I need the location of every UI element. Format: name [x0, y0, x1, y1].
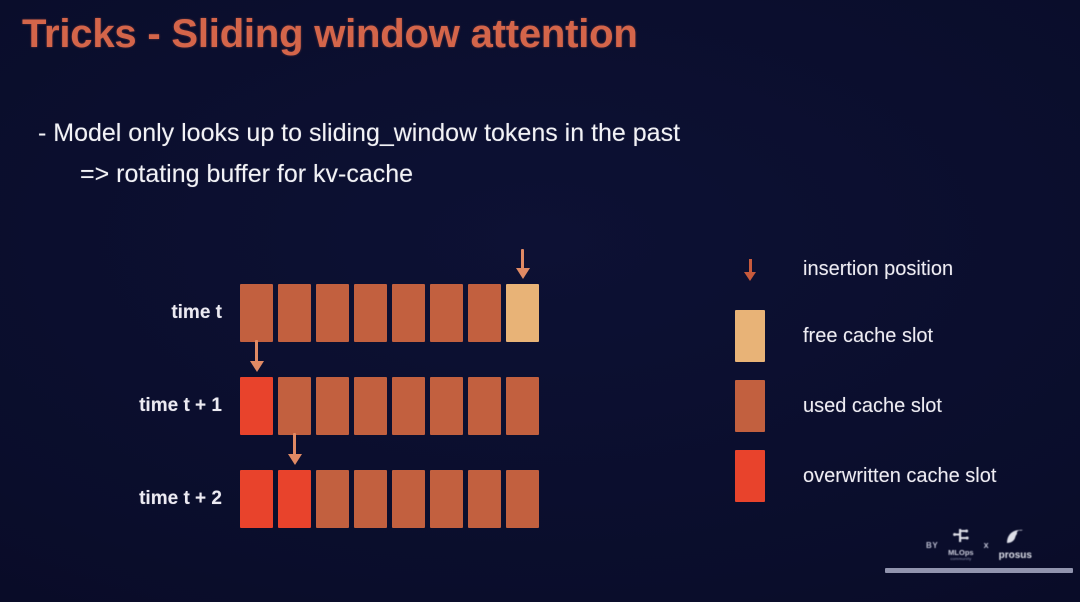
legend-key-swatch-free — [733, 310, 767, 362]
cache-slot-used — [506, 470, 539, 528]
insertion-position-arrow — [515, 249, 531, 279]
rotating-buffer-diagram: time t time t + 1 time t + 2 — [0, 244, 600, 544]
footer-branding: BY MLOps community x prosus — [885, 528, 1073, 576]
legend-label: insertion position — [803, 258, 954, 280]
insertion-position-arrow — [287, 433, 303, 465]
footer-logo-group: BY MLOps community x prosus — [885, 528, 1073, 562]
bullet-line-secondary: => rotating buffer for kv-cache — [80, 159, 414, 188]
legend-key-swatch-overwritten — [733, 450, 767, 502]
cache-slot-used — [354, 284, 387, 342]
cache-slot-used — [392, 377, 425, 435]
legend-row: free cache slot — [733, 310, 933, 362]
insertion-arrow-icon — [744, 258, 756, 281]
mlops-logo: MLOps community — [948, 528, 974, 562]
legend-label: free cache slot — [803, 324, 934, 347]
legend-key-insertion-arrow-icon — [733, 258, 767, 281]
cache-slot-overwritten — [240, 470, 273, 528]
arrow-head — [249, 361, 264, 372]
prosus-mark-icon — [1005, 529, 1025, 549]
cache-slot-used — [468, 284, 501, 342]
arrow-shaft — [255, 340, 258, 362]
cache-slot-group — [240, 284, 539, 342]
footer-by-label: BY — [926, 540, 939, 550]
slide-canvas: Tricks - Sliding window attention - Mode… — [0, 0, 1080, 602]
slide-body-text: - Model only looks up to sliding_window … — [38, 113, 680, 194]
diagram-row-label: time t — [171, 302, 222, 323]
legend-row: insertion position — [733, 258, 953, 281]
legend-swatch-used — [735, 380, 765, 432]
cache-slot-used — [468, 377, 501, 435]
cache-slot-used — [430, 377, 463, 435]
legend-key-swatch-used — [733, 380, 767, 432]
diagram-row: time t + 1 — [139, 377, 539, 435]
cache-slot-overwritten — [278, 470, 311, 528]
cache-slot-used — [430, 284, 463, 342]
footer-rule-divider — [885, 568, 1073, 573]
cache-slot-used — [430, 470, 463, 528]
arrow-shaft — [293, 433, 296, 455]
prosus-logo-name: prosus — [998, 550, 1032, 561]
insertion-position-arrow — [249, 340, 265, 372]
cache-slot-used — [506, 377, 539, 435]
mlops-logo-subtitle: community — [950, 556, 972, 562]
cache-slot-group — [240, 377, 539, 435]
mlops-logo-name: MLOps — [948, 547, 974, 557]
cache-slot-used — [392, 284, 425, 342]
cache-slot-used — [392, 470, 425, 528]
cache-slot-used — [316, 284, 349, 342]
legend-swatch-free — [735, 310, 765, 362]
prosus-logo: prosus — [999, 529, 1032, 561]
cache-slot-used — [278, 284, 311, 342]
diagram-row: time t — [171, 284, 539, 342]
diagram-row-label: time t + 1 — [139, 395, 222, 416]
diagram-row: time t + 2 — [139, 470, 539, 528]
cache-slot-used — [316, 470, 349, 528]
bullet-line-primary: - Model only looks up to sliding_window … — [38, 119, 681, 147]
slide-title: Tricks - Sliding window attention — [22, 12, 638, 56]
footer-separator-label: x — [983, 540, 989, 550]
legend-swatch-overwritten — [735, 450, 765, 502]
cache-slot-used — [354, 377, 387, 435]
legend-label: overwritten cache slot — [803, 464, 997, 487]
legend-row: used cache slot — [733, 380, 942, 432]
cache-slot-used — [278, 377, 311, 435]
arrow-shaft — [521, 249, 524, 269]
cache-slot-used — [316, 377, 349, 435]
cache-slot-used — [240, 284, 273, 342]
legend-label: used cache slot — [803, 394, 942, 417]
cache-slot-overwritten — [240, 377, 273, 435]
legend-row: overwritten cache slot — [733, 450, 996, 502]
cache-slot-used — [354, 470, 387, 528]
cache-slot-free — [506, 284, 539, 342]
arrow-head — [515, 268, 530, 279]
arrow-shaft — [748, 258, 752, 273]
diagram-row-label: time t + 2 — [139, 488, 222, 509]
arrow-head — [287, 454, 302, 465]
arrow-head — [744, 271, 756, 281]
mlops-mark-icon — [952, 528, 969, 547]
cache-slot-group — [240, 470, 539, 528]
cache-slot-used — [468, 470, 501, 528]
